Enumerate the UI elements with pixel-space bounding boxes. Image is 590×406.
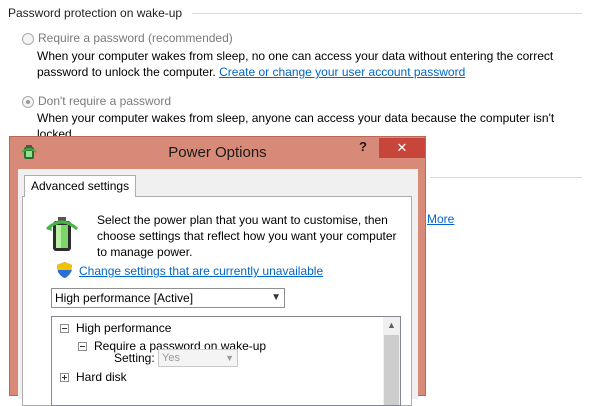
title-bar[interactable]: Power Options ? ✕ (10, 137, 425, 167)
chevron-down-icon: ▼ (225, 353, 234, 363)
tree-scrollbar[interactable]: ▲ (383, 317, 400, 405)
scroll-up-button[interactable]: ▲ (383, 317, 400, 334)
help-button[interactable]: ? (353, 139, 373, 159)
section-divider (192, 13, 582, 14)
close-button[interactable]: ✕ (379, 138, 425, 158)
more-link[interactable]: More (427, 212, 454, 226)
change-settings-link[interactable]: Change settings that are currently unava… (79, 264, 323, 278)
scroll-thumb[interactable] (384, 335, 399, 405)
power-options-dialog: Power Options ? ✕ Advanced settings Sele… (9, 136, 426, 406)
no-password-radio[interactable] (22, 96, 34, 108)
user-account-password-link[interactable]: Create or change your user account passw… (219, 65, 465, 79)
tree-item-label: High performance (76, 321, 172, 335)
uac-shield-icon (57, 262, 72, 278)
require-password-description: When your computer wakes from sleep, no … (37, 48, 577, 80)
power-plan-selected: High performance [Active] (55, 291, 194, 305)
settings-tree[interactable]: High performance Require a password on w… (51, 316, 401, 406)
section-title: Password protection on wake-up (8, 6, 183, 20)
collapse-icon[interactable] (78, 342, 87, 352)
tree-row-high-performance[interactable]: High performance (60, 321, 171, 335)
section-divider-2 (430, 177, 582, 178)
power-plan-dropdown[interactable]: High performance [Active] ▼ (51, 288, 285, 308)
expand-icon[interactable] (60, 373, 69, 383)
collapse-icon[interactable] (60, 324, 69, 334)
setting-value-dropdown[interactable]: Yes ▼ (158, 349, 238, 367)
dialog-client-area: Advanced settings Select the power plan … (18, 169, 418, 406)
battery-plan-icon (45, 217, 79, 251)
intro-text: Select the power plan that you want to c… (97, 213, 397, 259)
setting-value: Yes (162, 352, 180, 364)
require-password-label[interactable]: Require a password (recommended) (38, 31, 233, 45)
tab-advanced-settings[interactable]: Advanced settings (24, 175, 137, 197)
no-password-label[interactable]: Don't require a password (38, 94, 171, 108)
chevron-down-icon: ▼ (271, 292, 281, 303)
setting-label: Setting: (114, 351, 155, 365)
require-password-radio[interactable] (22, 33, 34, 45)
